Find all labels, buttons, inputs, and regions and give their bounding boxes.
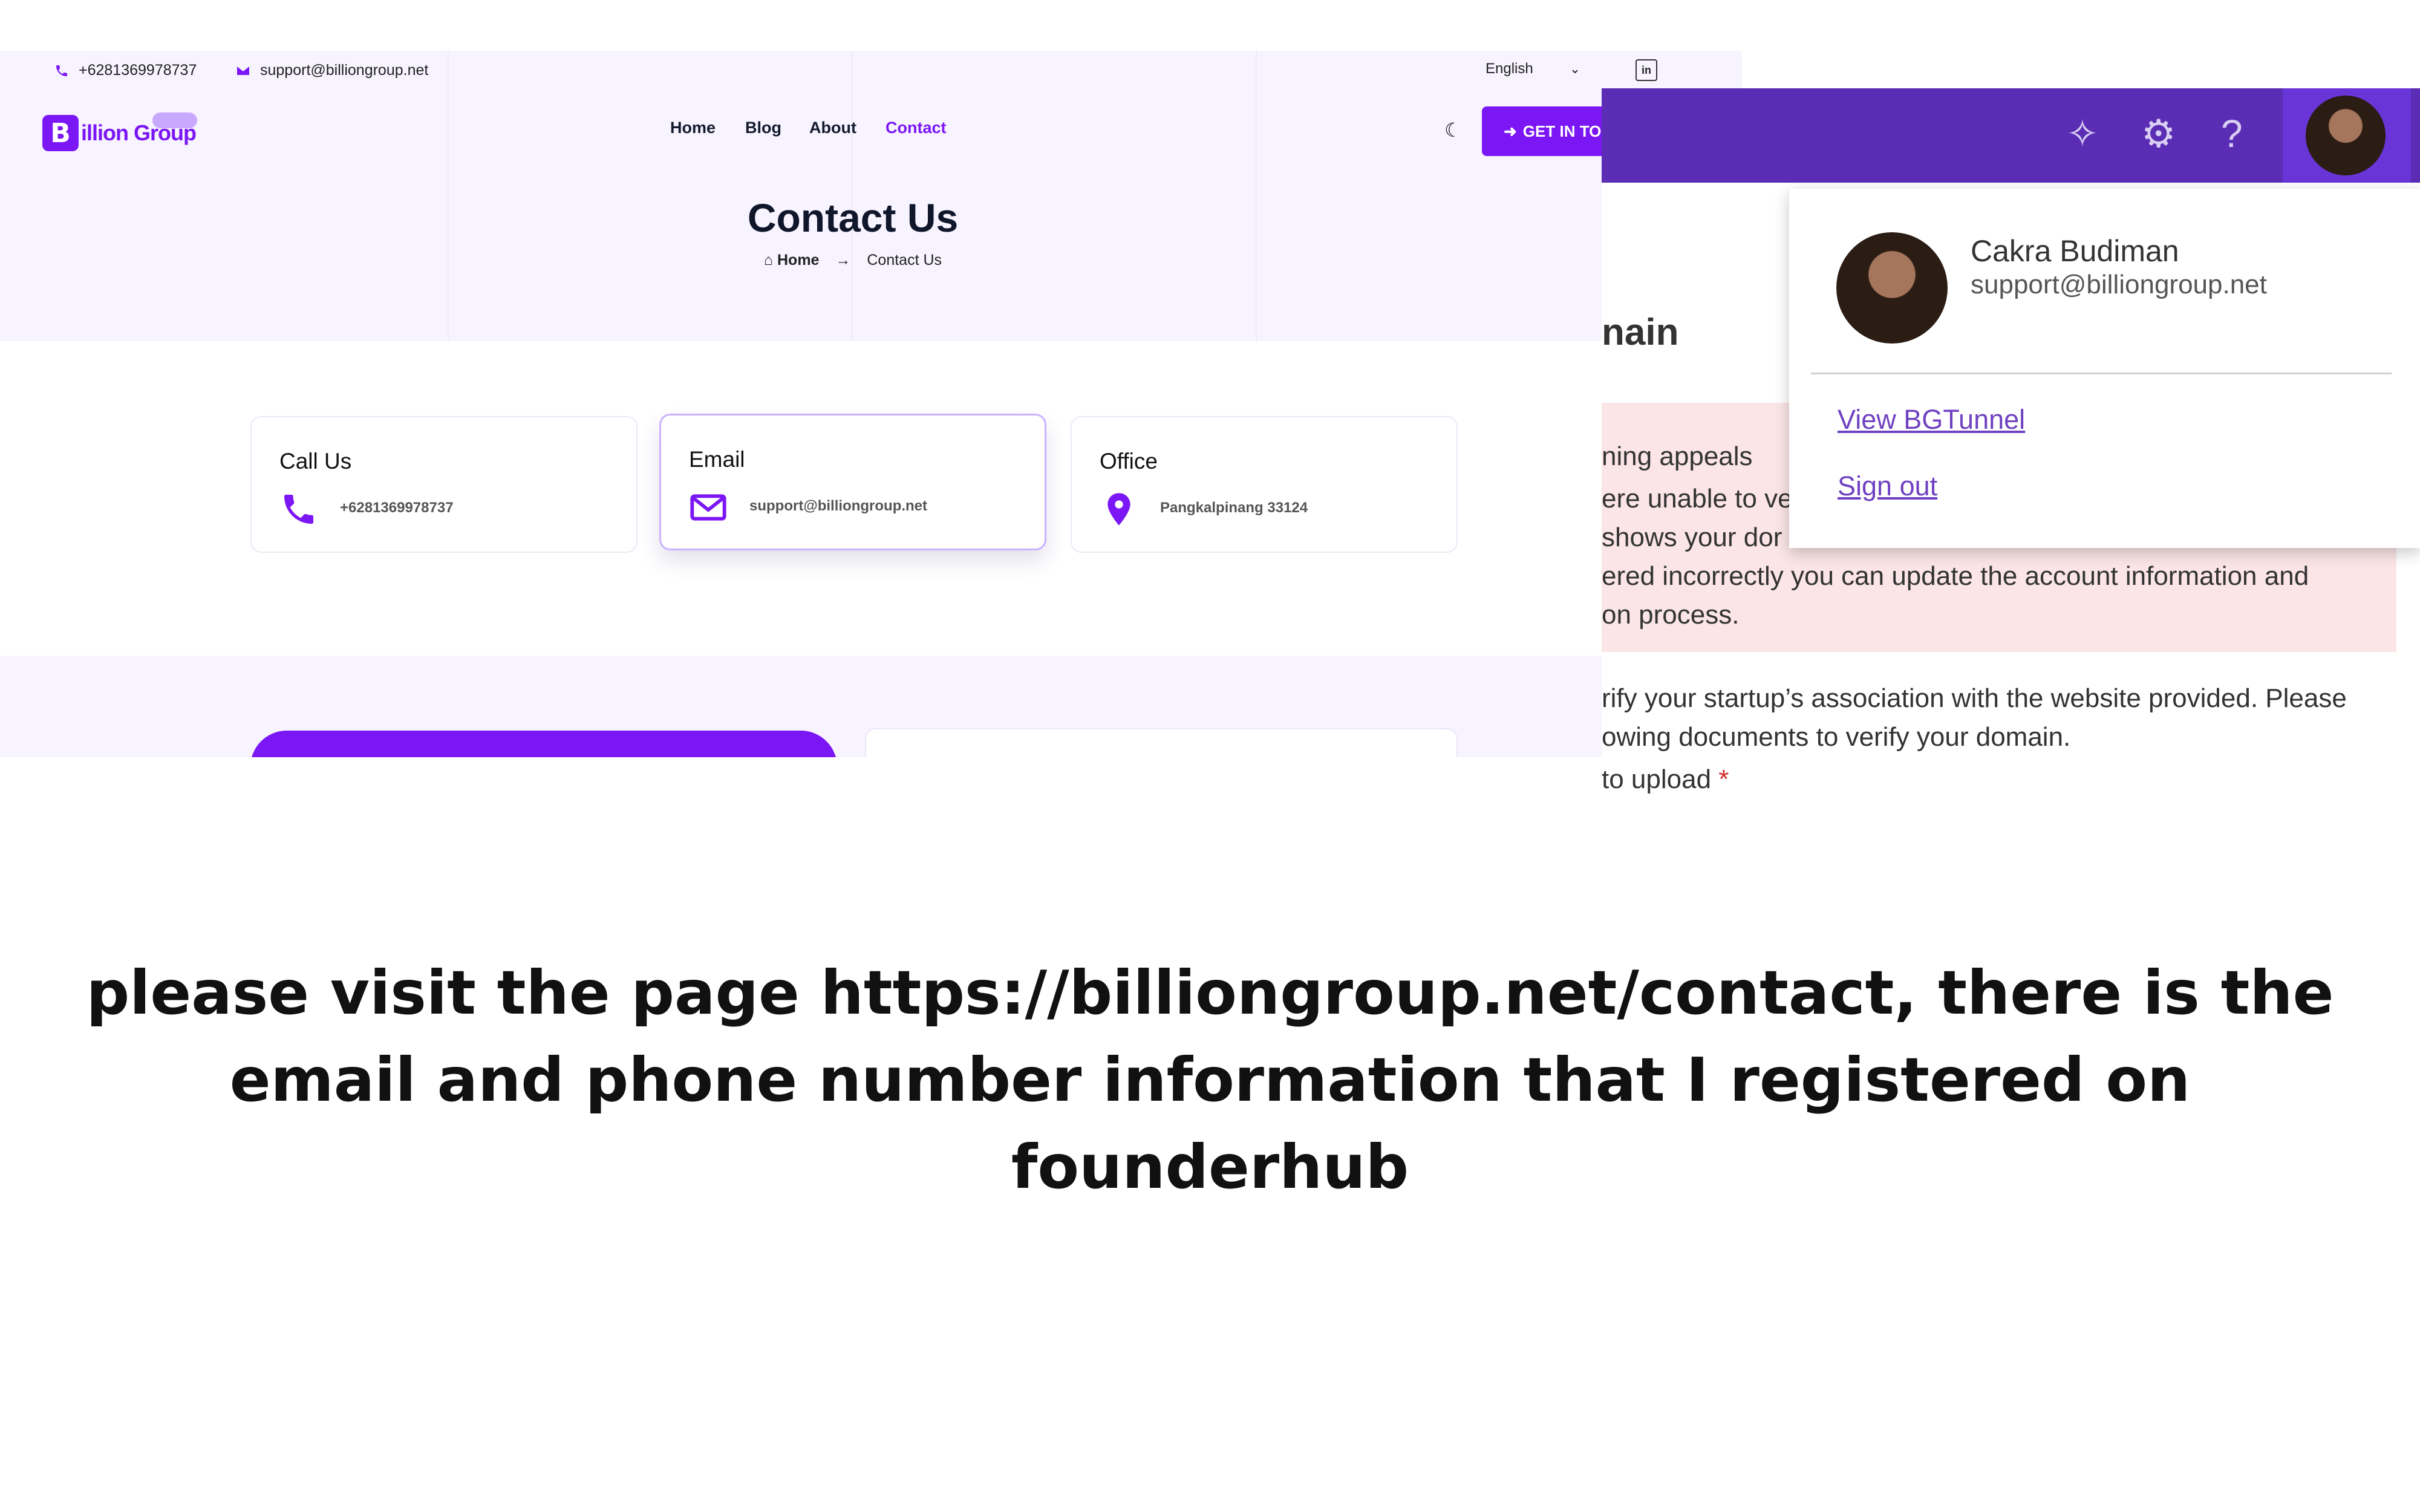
body-text: owing documents to verify your domain. (1602, 722, 2071, 752)
nav-blog[interactable]: Blog (745, 119, 781, 137)
topbar-phone-text: +6281369978737 (79, 62, 197, 79)
login-arrow-icon: ➜ (1504, 122, 1517, 140)
arrow-right-icon: → (835, 252, 851, 269)
contact-form-section (0, 656, 1742, 757)
user-name: Cakra Budiman (1971, 234, 2179, 268)
alert-line: ered incorrectly you can update the acco… (1602, 561, 2309, 591)
dark-mode-toggle-icon[interactable]: ☾ (1444, 119, 1462, 142)
caption-line: founderhub (1011, 1132, 1409, 1202)
mail-icon (690, 494, 726, 521)
breadcrumb-current: Contact Us (867, 252, 942, 269)
card-title: Call Us (279, 449, 352, 474)
contact-card-office[interactable]: Office Pangkalpinang 33124 (1071, 416, 1458, 553)
card-title: Office (1100, 449, 1158, 474)
alert-title: ning appeals (1602, 442, 1753, 471)
phone-icon (284, 495, 313, 524)
topbar-email-text: support@billiongroup.net (260, 62, 429, 79)
nav-contact[interactable]: Contact (885, 119, 947, 137)
card-value: support@billiongroup.net (749, 498, 928, 514)
account-button[interactable] (2283, 88, 2411, 183)
user-email: support@billiongroup.net (1971, 270, 2267, 299)
avatar (2306, 96, 2386, 175)
contact-card-email[interactable]: Email support@billiongroup.net (659, 414, 1046, 550)
form-box (865, 728, 1458, 757)
location-pin-icon (1107, 493, 1130, 526)
domain-heading: nain (1602, 311, 1679, 353)
caption: please visit the page https://billiongro… (0, 950, 2420, 1211)
help-icon[interactable]: ? (2221, 111, 2243, 156)
avatar (1836, 232, 1948, 344)
upload-label-text: to upload (1602, 764, 1719, 794)
site-logo[interactable]: B illion Group (42, 112, 197, 152)
nav-home[interactable]: Home (670, 119, 716, 137)
upload-label: to upload * (1602, 764, 1729, 795)
view-bgtunnel-link[interactable]: View BGTunnel (1838, 404, 2025, 435)
top-bar: +6281369978737 support@billiongroup.net … (0, 51, 1742, 91)
alert-line: on process. (1602, 600, 1740, 630)
language-select[interactable]: English ⌄ (1486, 60, 1580, 77)
caption-line: email and phone number information that … (229, 1044, 2191, 1115)
topbar-phone[interactable]: +6281369978737 (54, 62, 197, 79)
sign-out-link[interactable]: Sign out (1838, 471, 1937, 502)
alert-line: ere unable to ve (1602, 484, 1793, 513)
app-header-bar: ✧ ⚙ ? (1602, 88, 2420, 183)
card-value: Pangkalpinang 33124 (1160, 500, 1308, 516)
linkedin-icon[interactable]: in (1636, 59, 1657, 81)
logo-mark: B (42, 115, 79, 151)
required-mark: * (1718, 764, 1729, 794)
breadcrumb: ⌂ Home → Contact Us (0, 252, 1706, 269)
divider (1811, 373, 2392, 374)
body-text: rify your startup’s association with the… (1602, 683, 2347, 713)
card-value: +6281369978737 (340, 500, 454, 516)
caption-line: please visit the page https://billiongro… (86, 957, 2334, 1028)
account-dropdown-menu: Cakra Budiman support@billiongroup.net V… (1789, 189, 2420, 548)
gear-icon[interactable]: ⚙ (2141, 111, 2176, 157)
sparkle-icon[interactable]: ✧ (2066, 111, 2099, 157)
breadcrumb-home[interactable]: Home (777, 252, 819, 269)
page-title: Contact Us (747, 195, 959, 240)
account-panel-screenshot: ✧ ⚙ ? nain ning appeals ere unable to ve… (1602, 88, 2420, 804)
phone-icon (56, 65, 67, 76)
language-value: English (1486, 60, 1533, 77)
form-header-decoration (250, 731, 837, 757)
website-screenshot: +6281369978737 support@billiongroup.net … (0, 51, 1742, 757)
mail-icon (237, 66, 249, 75)
home-icon: ⌂ (763, 252, 774, 269)
alert-line: shows your dor (1602, 523, 1782, 552)
nav-about[interactable]: About (809, 119, 856, 137)
card-title: Email (689, 447, 745, 472)
contact-card-call[interactable]: Call Us +6281369978737 (250, 416, 638, 553)
topbar-email[interactable]: support@billiongroup.net (236, 62, 428, 79)
logo-dots (152, 112, 197, 128)
chevron-down-icon: ⌄ (1569, 61, 1581, 76)
